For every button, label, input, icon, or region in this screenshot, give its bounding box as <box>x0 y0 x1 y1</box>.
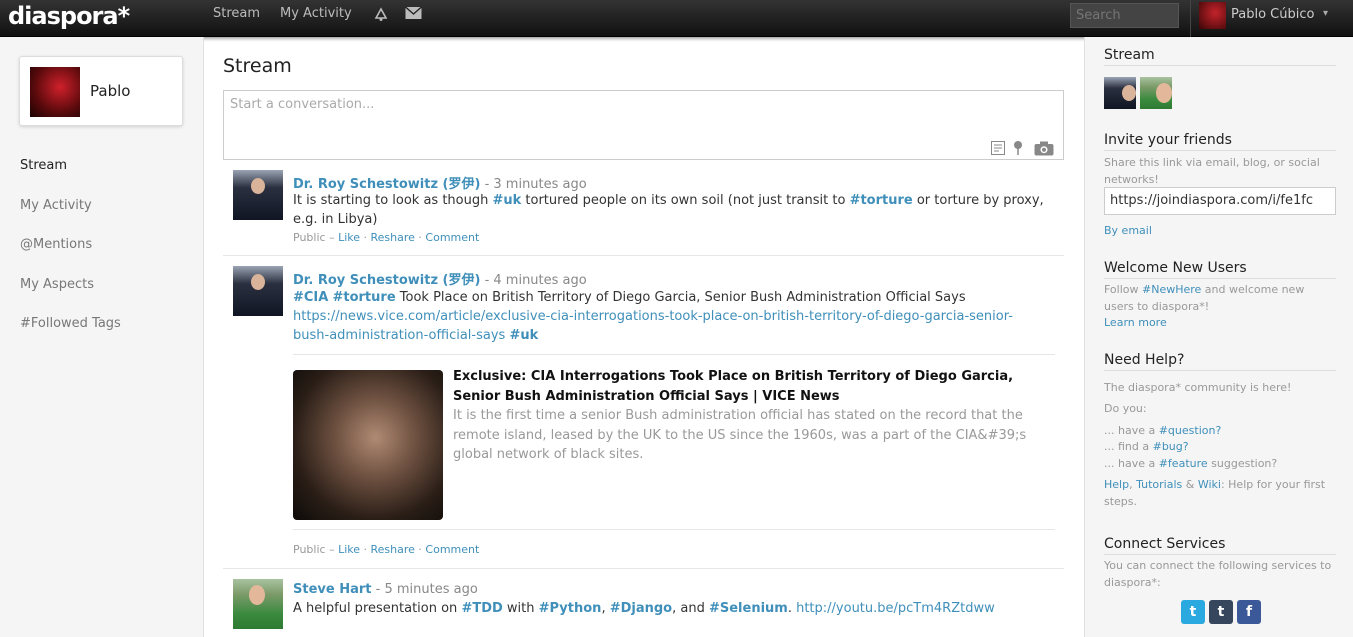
article-link-cont[interactable]: bush-administration-official-says <box>293 328 505 343</box>
avatar[interactable] <box>233 170 283 220</box>
top-header: diaspora* Stream My Activity Pablo Cúbic… <box>0 0 1353 37</box>
profile-name: Pablo <box>90 82 131 100</box>
article-link[interactable]: https://news.vice.com/article/exclusive-… <box>293 309 1013 324</box>
tag-link[interactable]: #CIA <box>293 290 328 305</box>
nav-stream[interactable]: Stream <box>213 6 260 21</box>
profile-card[interactable]: Pablo <box>19 56 183 126</box>
avatar[interactable] <box>1140 77 1172 109</box>
publisher-box[interactable]: Start a conversation... <box>223 90 1064 160</box>
camera-icon[interactable] <box>1034 141 1054 159</box>
post-author[interactable]: Dr. Roy Schestowitz (罗伊) - 3 minutes ago <box>293 173 587 192</box>
sidebar-item-my-activity[interactable]: My Activity <box>20 198 92 213</box>
publisher-placeholder: Start a conversation... <box>230 97 375 112</box>
post-timestamp[interactable]: - 5 minutes ago <box>372 582 478 597</box>
post-item: Steve Hart - 5 minutes ago A helpful pre… <box>223 569 1064 637</box>
connect-text: You can connect the following services t… <box>1104 559 1332 589</box>
post-author[interactable]: Steve Hart - 5 minutes ago <box>293 582 478 597</box>
avatar <box>1199 2 1226 29</box>
preview-description: It is the first time a senior Bush admin… <box>453 408 1027 462</box>
section-title-help: Need Help? <box>1104 352 1336 371</box>
reshare-link[interactable]: Reshare <box>371 231 415 244</box>
section-title-welcome: Welcome New Users <box>1104 260 1336 279</box>
markdown-icon[interactable] <box>991 141 1005 158</box>
sidebar-item-my-aspects[interactable]: My Aspects <box>20 277 94 292</box>
video-link[interactable]: http://youtu.be/pcTm4RZtdww <box>796 601 995 616</box>
right-sidebar: Stream Invite your friends Share this li… <box>1084 37 1353 637</box>
sidebar-item-mentions[interactable]: @Mentions <box>20 237 92 252</box>
page-title: Stream <box>223 55 292 77</box>
tag-link[interactable]: #Python <box>539 601 602 616</box>
link-preview-card[interactable]: Exclusive: CIA Interrogations Took Place… <box>293 354 1055 530</box>
wiki-link[interactable]: Wiki <box>1198 478 1221 491</box>
section-title-stream: Stream <box>1104 47 1336 66</box>
tag-link[interactable]: #TDD <box>461 601 502 616</box>
help-community-text: The diaspora* community is here! <box>1104 381 1292 394</box>
sidebar-item-stream[interactable]: Stream <box>20 158 67 173</box>
tumblr-icon[interactable]: t <box>1209 600 1233 624</box>
like-link[interactable]: Like <box>338 231 360 244</box>
comment-link[interactable]: Comment <box>425 231 479 244</box>
tag-link[interactable]: #uk <box>492 193 521 208</box>
help-question-item: ... have a #question? <box>1104 424 1222 437</box>
post-item: Dr. Roy Schestowitz (罗伊) - 3 minutes ago… <box>223 160 1064 256</box>
invite-link-field[interactable]: https://joindiaspora.com/i/fe1fc <box>1104 187 1336 215</box>
avatar[interactable] <box>233 579 283 629</box>
chevron-down-icon: ▾ <box>1323 8 1329 19</box>
post-actions: Public – Like · Reshare · Comment <box>293 231 480 244</box>
post-body: A helpful presentation on #TDD with #Pyt… <box>293 601 995 616</box>
help-feature-item: ... have a #feature suggestion? <box>1104 457 1278 470</box>
post-body: #CIA #torture Took Place on British Terr… <box>293 290 1013 343</box>
notifications-icon[interactable] <box>373 6 389 26</box>
avatar[interactable] <box>1104 77 1136 109</box>
learn-more-link[interactable]: Learn more <box>1104 316 1167 329</box>
tag-link[interactable]: #torture <box>332 290 395 305</box>
user-name: Pablo Cúbico <box>1231 7 1315 22</box>
section-title-connect: Connect Services <box>1104 536 1336 555</box>
twitter-icon[interactable]: t <box>1181 600 1205 624</box>
post-timestamp[interactable]: - 3 minutes ago <box>480 177 587 192</box>
like-link[interactable]: Like <box>338 543 360 556</box>
preview-image[interactable] <box>293 370 443 520</box>
left-sidebar: Pablo Stream My Activity @Mentions My As… <box>0 37 204 637</box>
avatar <box>30 67 80 117</box>
help-doyou-text: Do you: <box>1104 402 1147 415</box>
invite-text: Share this link via email, blog, or soci… <box>1104 156 1320 186</box>
tag-link[interactable]: #Django <box>610 601 672 616</box>
post-timestamp[interactable]: - 4 minutes ago <box>480 273 587 288</box>
tag-link[interactable]: #question? <box>1159 424 1222 437</box>
welcome-text: Follow #NewHere and welcome new users to… <box>1104 283 1305 329</box>
user-menu[interactable]: Pablo Cúbico ▾ <box>1190 0 1353 37</box>
tag-link[interactable]: #bug? <box>1153 440 1189 453</box>
tag-link[interactable]: #uk <box>509 328 538 343</box>
main-stream: Stream Start a conversation... Dr. Roy S… <box>204 37 1084 637</box>
facebook-icon[interactable]: f <box>1237 600 1261 624</box>
nav-my-activity[interactable]: My Activity <box>280 6 352 21</box>
comment-link[interactable]: Comment <box>425 543 479 556</box>
by-email-link[interactable]: By email <box>1104 223 1152 240</box>
tutorials-link[interactable]: Tutorials <box>1136 478 1182 491</box>
post-item: Dr. Roy Schestowitz (罗伊) - 4 minutes ago… <box>223 256 1064 569</box>
messages-icon[interactable] <box>405 6 422 24</box>
section-title-invite: Invite your friends <box>1104 132 1336 151</box>
tag-link[interactable]: #Selenium <box>709 601 788 616</box>
post-author[interactable]: Dr. Roy Schestowitz (罗伊) - 4 minutes ago <box>293 269 587 288</box>
reshare-link[interactable]: Reshare <box>371 543 415 556</box>
tag-link[interactable]: #feature <box>1159 457 1208 470</box>
location-icon[interactable] <box>1013 140 1023 159</box>
help-links-text: Help, Tutorials & Wiki: Help for your fi… <box>1104 478 1326 508</box>
tag-link[interactable]: #torture <box>850 193 913 208</box>
post-body: It is starting to look as though #uk tor… <box>293 193 1044 227</box>
post-actions: Public – Like · Reshare · Comment <box>293 543 480 556</box>
avatar[interactable] <box>233 266 283 316</box>
preview-title[interactable]: Exclusive: CIA Interrogations Took Place… <box>453 367 1043 407</box>
tag-link[interactable]: #NewHere <box>1142 283 1201 296</box>
sidebar-item-followed-tags[interactable]: #Followed Tags <box>20 316 121 331</box>
help-link[interactable]: Help <box>1104 478 1129 491</box>
help-bug-item: ... find a #bug? <box>1104 440 1189 453</box>
search-input[interactable] <box>1070 3 1179 28</box>
diaspora-logo[interactable]: diaspora* <box>8 2 130 30</box>
